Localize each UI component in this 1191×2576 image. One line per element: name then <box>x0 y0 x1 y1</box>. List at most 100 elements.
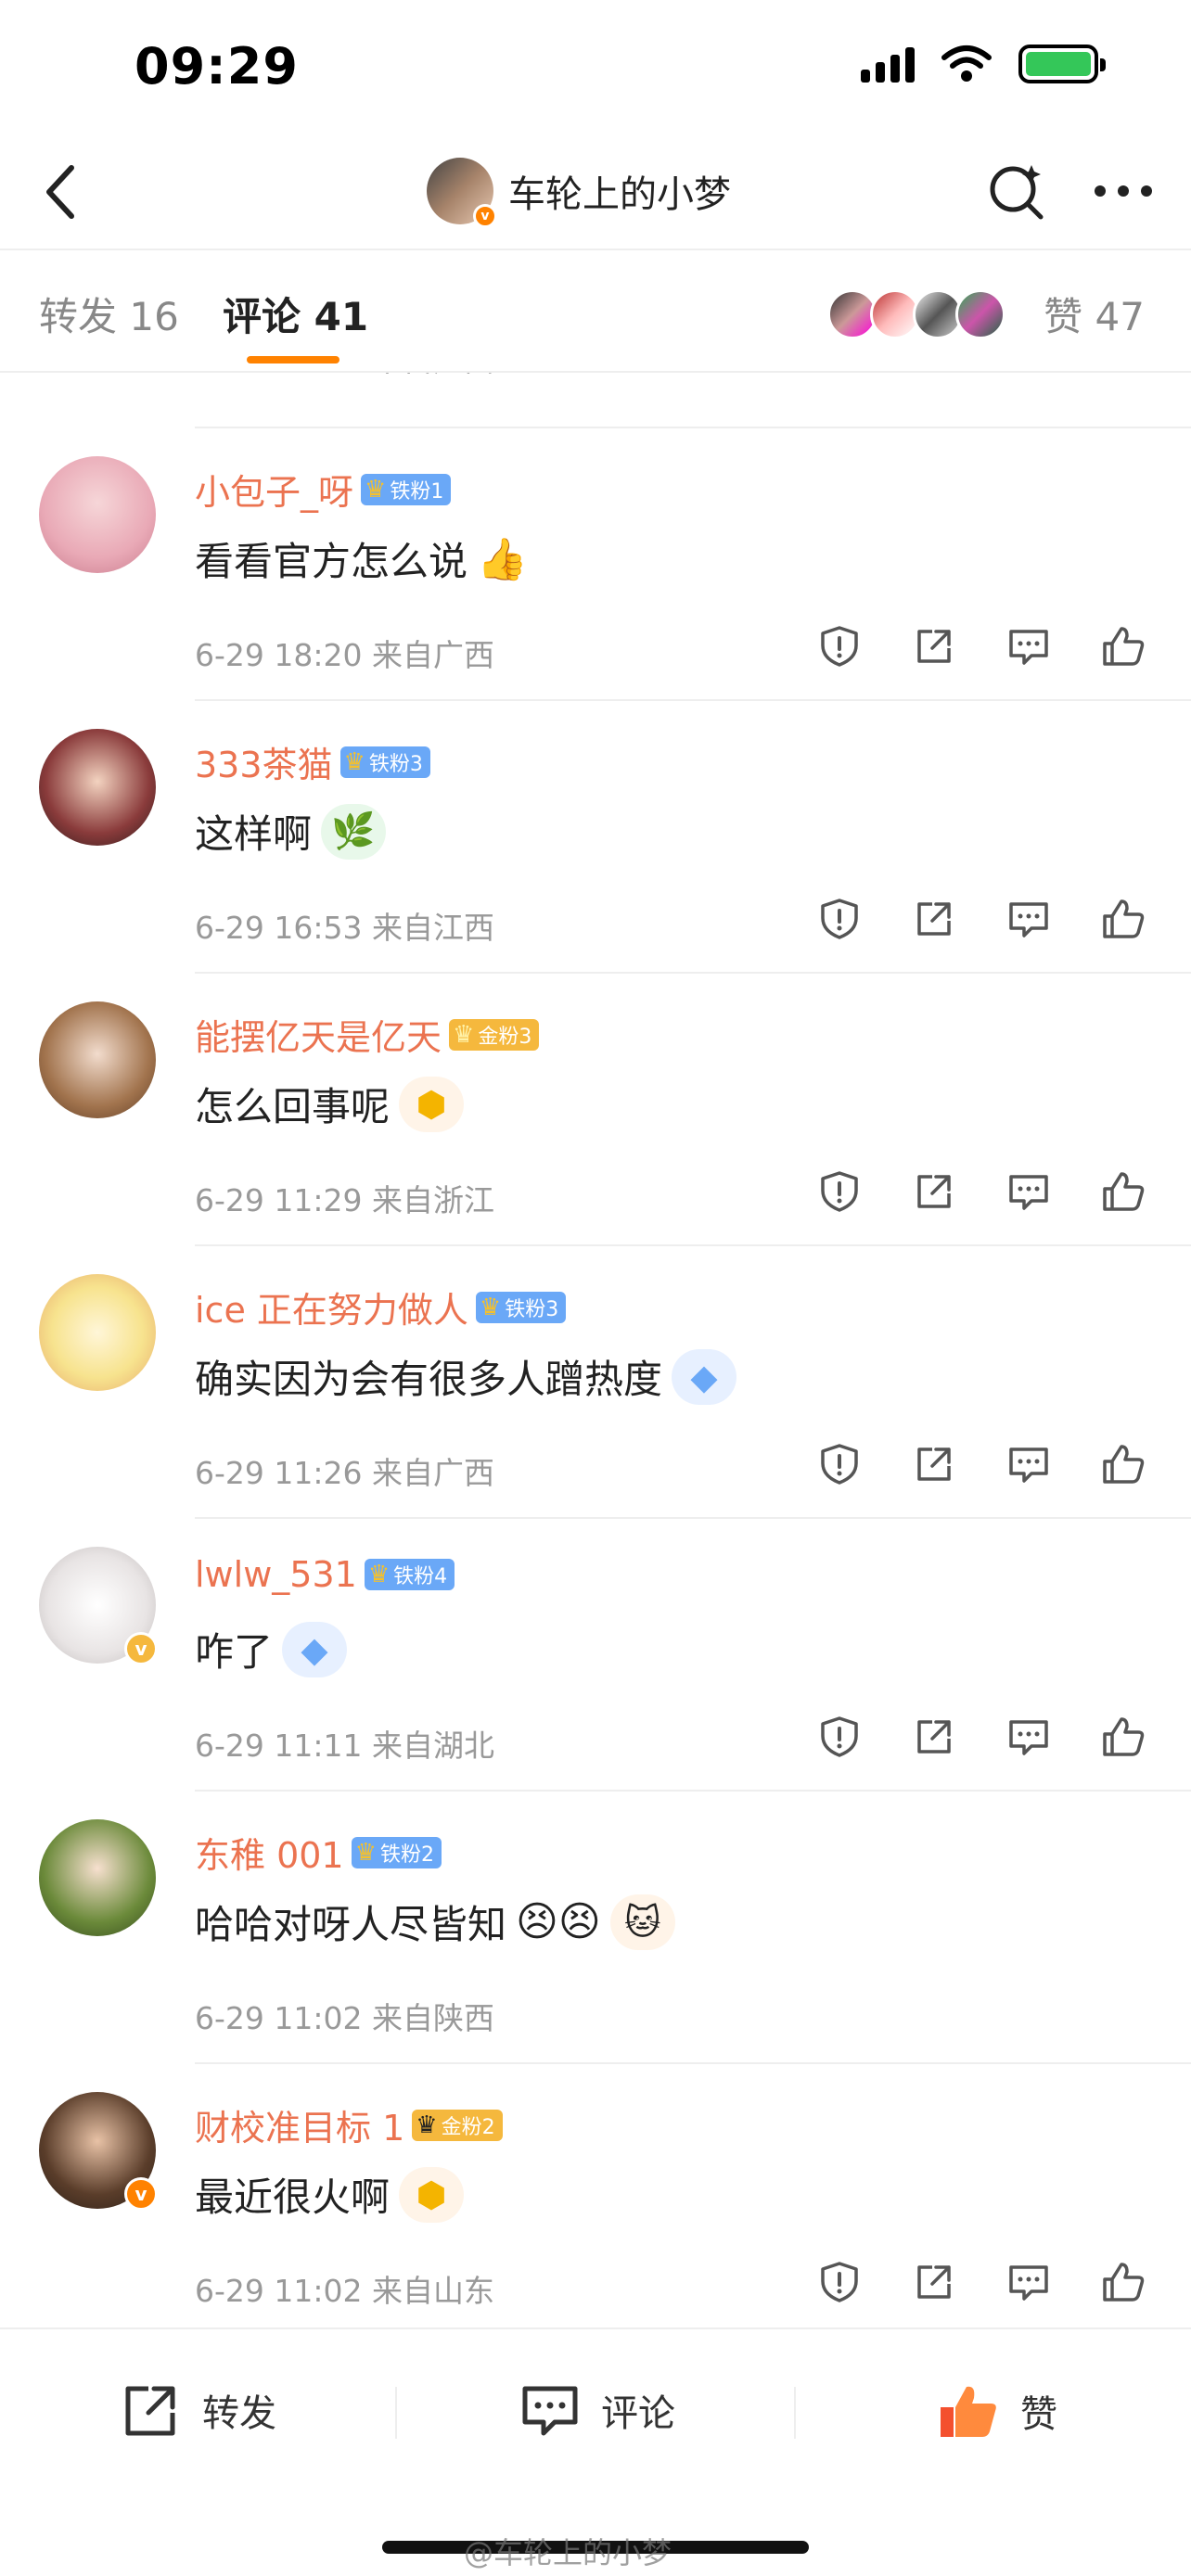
username[interactable]: 333茶猫 <box>195 736 333 787</box>
list-item: 333茶猫 ♛ 铁粉3 这样啊 🌿 6-29 16:53 来自江西 <box>0 701 1191 974</box>
reply-icon[interactable] <box>1005 896 1052 942</box>
watermark: @车轮上的小梦 <box>464 2535 672 2570</box>
crown-icon: ♛ <box>416 2111 438 2139</box>
comment-body: 确实因为会有很多人蹭热度 <box>195 1357 663 1402</box>
report-icon[interactable] <box>816 2259 863 2305</box>
thumbs-up-emoji: 👍 <box>477 535 528 583</box>
comment-actions <box>816 896 1146 942</box>
comment-text: 咋了 ◆ <box>195 1621 348 1677</box>
tab-comment[interactable]: 评论 41 <box>223 286 368 342</box>
report-icon[interactable] <box>816 896 863 942</box>
tab-comment-label: 评论 <box>223 294 301 339</box>
tab-likes[interactable]: 赞 47 <box>1044 286 1145 342</box>
username[interactable]: 东稚 001 <box>195 1827 344 1878</box>
divider <box>794 2387 796 2439</box>
report-icon[interactable] <box>816 623 863 670</box>
list-item: 能摆亿天是亿天 ♛ 金粉3 怎么回事呢 ⬢ 6-29 11:29 来自浙江 <box>0 974 1191 1246</box>
like-icon[interactable] <box>1100 896 1146 942</box>
comment-actions <box>816 1441 1146 1487</box>
comment-text: 确实因为会有很多人蹭热度 ◆ <box>195 1348 737 1405</box>
thumbs-up-icon <box>941 2386 996 2437</box>
reply-icon[interactable] <box>1005 1441 1052 1487</box>
list-item: v 财校准目标 1 ♛ 金粉2 最近很火啊 ⬢ 6-29 11:02 来自山东 <box>0 2064 1191 2320</box>
battery-icon <box>1018 45 1106 83</box>
report-icon[interactable] <box>816 1168 863 1215</box>
more-icon[interactable] <box>1093 182 1154 200</box>
like-button[interactable]: 赞 <box>937 2381 1057 2441</box>
comment-text: 怎么回事呢 ⬢ <box>195 1076 465 1132</box>
comment-meta: 6-29 11:26 来自广西 <box>195 1455 494 1491</box>
nav-user[interactable]: v 车轮上的小梦 <box>427 158 731 228</box>
comment-text: 看看官方怎么说 👍 <box>195 530 528 587</box>
list-item: 6-29 18:33 来自广西 <box>0 373 1191 428</box>
crown-icon: ♛ <box>354 1838 377 1867</box>
report-icon[interactable] <box>816 1441 863 1487</box>
cellular-signal-icon <box>861 45 915 83</box>
username-row: 小包子_呀 ♛ 铁粉1 <box>195 464 452 515</box>
comment-body: 这样啊 <box>195 811 313 857</box>
comment-body: 哈哈对呀人尽皆知 <box>195 1902 507 1947</box>
fan-badge-label: 铁粉4 <box>393 1565 448 1588</box>
avatar[interactable]: v <box>39 1547 158 1665</box>
avatar[interactable]: v <box>39 2092 158 2211</box>
list-item: ice 正在努力做人 ♛ 铁粉3 确实因为会有很多人蹭热度 ◆ 6-29 11:2… <box>0 1246 1191 1519</box>
avatar[interactable] <box>39 729 156 846</box>
fan-badge: ♛ 金粉2 <box>412 2109 503 2141</box>
share-icon[interactable] <box>911 1441 957 1487</box>
bottom-action-bar: 转发 评论 赞 @车轮上的小梦 <box>0 2327 1191 2576</box>
reply-icon[interactable] <box>1005 1168 1052 1215</box>
report-icon[interactable] <box>816 1714 863 1760</box>
chevron-left-icon <box>46 165 74 219</box>
comment-list[interactable]: 6-29 18:33 来自广西 小包子_呀 ♛铁粉1 看看官方怎么说 👍 6-2… <box>0 373 1191 2320</box>
crown-icon: ♛ <box>453 1020 475 1049</box>
reply-icon[interactable] <box>1005 2259 1052 2305</box>
share-icon[interactable] <box>911 2259 957 2305</box>
share-icon[interactable] <box>911 1714 957 1760</box>
like-icon[interactable] <box>1100 1168 1146 1215</box>
username[interactable]: ice 正在努力做人 <box>195 1282 468 1333</box>
page-title: 车轮上的小梦 <box>508 173 731 216</box>
comment-icon <box>522 2386 578 2436</box>
tab-repost[interactable]: 转发 16 <box>39 286 179 342</box>
fan-badge: ♛ 铁粉3 <box>339 746 430 778</box>
avatar[interactable] <box>39 1274 156 1391</box>
avatar <box>955 289 1005 339</box>
avatar[interactable] <box>39 1819 156 1936</box>
like-icon[interactable] <box>1100 2259 1146 2305</box>
crown-icon: ♛ <box>367 1561 391 1588</box>
reply-icon[interactable] <box>1005 623 1052 670</box>
username[interactable]: 财校准目标 1 <box>195 2099 404 2150</box>
liker-avatars[interactable] <box>827 289 1005 339</box>
share-icon[interactable] <box>911 1168 957 1215</box>
comment-body: 最近很火啊 <box>195 2174 391 2220</box>
avatar[interactable]: v <box>427 158 497 228</box>
like-icon[interactable] <box>1100 623 1146 670</box>
tab-likes-label: 赞 <box>1044 294 1083 339</box>
tab-repost-label: 转发 <box>39 294 118 339</box>
repost-button[interactable]: 转发 <box>121 2381 276 2439</box>
comment-actions <box>816 1168 1146 1215</box>
share-icon[interactable] <box>911 896 957 942</box>
search-icon[interactable] <box>987 161 1046 221</box>
like-icon[interactable] <box>1100 1714 1146 1760</box>
comment-actions <box>816 2259 1146 2305</box>
emoji-icon: 😣😣 <box>516 1898 601 1945</box>
username[interactable]: 小包子_呀 <box>195 464 353 515</box>
username[interactable]: lwlw_531 <box>195 1554 357 1595</box>
status-bar: 09:29 <box>0 0 1191 139</box>
reply-icon[interactable] <box>1005 1714 1052 1760</box>
comment-text: 最近很火啊 ⬢ <box>195 2166 465 2223</box>
avatar[interactable] <box>39 1001 156 1118</box>
share-icon[interactable] <box>911 623 957 670</box>
fan-badge-label: 金粉3 <box>478 1025 532 1049</box>
avatar[interactable] <box>39 456 156 573</box>
comment-meta: 6-29 18:20 来自广西 <box>195 637 494 673</box>
comment-body: 怎么回事呢 <box>195 1084 391 1129</box>
fan-badge-label: 铁粉2 <box>379 1843 434 1867</box>
comment-meta: 6-29 16:53 来自江西 <box>195 910 494 946</box>
like-icon[interactable] <box>1100 1441 1146 1487</box>
back-button[interactable] <box>28 159 93 224</box>
username[interactable]: 能摆亿天是亿天 <box>195 1009 442 1060</box>
comment-button[interactable]: 评论 <box>519 2381 675 2439</box>
tab-likes-count: 47 <box>1095 294 1145 339</box>
